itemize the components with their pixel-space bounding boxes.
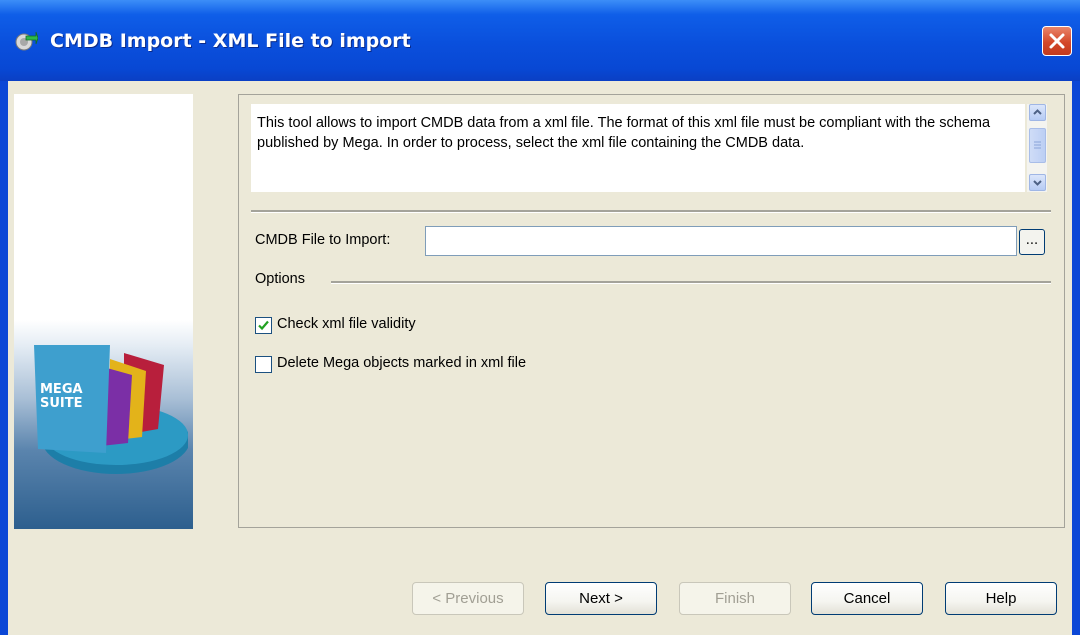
- cancel-button[interactable]: Cancel: [811, 582, 923, 615]
- title-bar[interactable]: CMDB Import - XML File to import: [0, 0, 1080, 81]
- scroll-thumb[interactable]: [1029, 128, 1046, 163]
- dialog-window: CMDB Import - XML File to import MEGA SU…: [0, 0, 1080, 635]
- help-button[interactable]: Help: [945, 582, 1057, 615]
- logo-text-line1: MEGA: [40, 382, 83, 397]
- close-icon: [1049, 33, 1065, 49]
- previous-button[interactable]: < Previous: [412, 582, 524, 615]
- next-button[interactable]: Next >: [545, 582, 657, 615]
- grip-icon: [1034, 141, 1041, 149]
- check-validity-checkbox[interactable]: [255, 317, 272, 334]
- options-separator: [331, 281, 1051, 284]
- delete-objects-label[interactable]: Delete Mega objects marked in xml file: [277, 355, 526, 371]
- check-validity-label[interactable]: Check xml file validity: [277, 316, 416, 332]
- window-title: CMDB Import - XML File to import: [50, 30, 411, 52]
- file-field-label: CMDB File to Import:: [255, 232, 391, 248]
- close-button[interactable]: [1042, 26, 1072, 56]
- finish-button[interactable]: Finish: [679, 582, 791, 615]
- separator: [251, 210, 1051, 213]
- description-text: This tool allows to import CMDB data fro…: [257, 115, 991, 151]
- scroll-up-button[interactable]: [1029, 104, 1046, 121]
- scroll-down-button[interactable]: [1029, 174, 1046, 191]
- checkmark-icon: [258, 320, 269, 331]
- window-border: [1072, 81, 1080, 635]
- browse-button[interactable]: ...: [1019, 229, 1045, 255]
- logo-text-line2: SUITE: [40, 396, 83, 411]
- mega-suite-logo: MEGA SUITE: [34, 345, 188, 474]
- options-label: Options: [255, 271, 305, 287]
- delete-objects-checkbox[interactable]: [255, 356, 272, 373]
- import-app-icon: [15, 31, 38, 51]
- chevron-down-icon: [1033, 180, 1042, 186]
- chevron-up-icon: [1033, 109, 1042, 115]
- file-path-input[interactable]: [425, 226, 1017, 256]
